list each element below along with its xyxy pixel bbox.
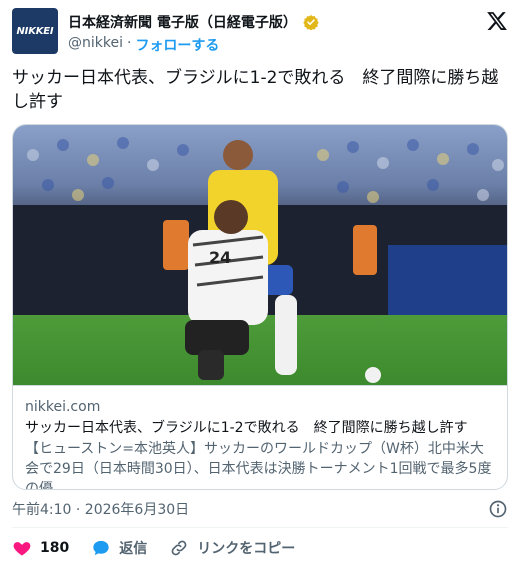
handle[interactable]: @nikkei bbox=[68, 35, 123, 55]
reply-button[interactable]: 返信 bbox=[91, 538, 147, 558]
verified-badge-icon bbox=[303, 15, 319, 30]
card-image[interactable]: 24 bbox=[13, 125, 508, 385]
heart-icon bbox=[13, 542, 31, 556]
jersey-number: 24 bbox=[209, 248, 231, 267]
tweet-text: サッカー日本代表、ブラジルに1-2で敗れる 終了間際に勝ち越し許す bbox=[12, 68, 499, 112]
card-title[interactable]: サッカー日本代表、ブラジルに1-2で敗れる 終了間際に勝ち越し許す bbox=[25, 418, 497, 438]
name-line: 日本経済新聞 電子版（日経電子版） bbox=[68, 12, 319, 32]
handle-line: @nikkei · フォローする bbox=[68, 35, 219, 55]
copy-link-label: リンクをコピー bbox=[197, 541, 296, 557]
tweet-header: NIKKEI 日本経済新聞 電子版（日経電子版） @nikkei · フォローす… bbox=[12, 8, 508, 58]
x-logo-icon[interactable] bbox=[486, 10, 508, 32]
card-description: 【ヒューストン=本池英人】サッカーのワールドカップ（W杯）北中米大会で29日（日… bbox=[25, 441, 492, 490]
follow-button[interactable]: フォローする bbox=[135, 35, 219, 55]
card-domain: nikkei.com bbox=[25, 399, 101, 415]
info-icon[interactable] bbox=[488, 499, 508, 519]
reply-label: 返信 bbox=[119, 541, 148, 557]
tweet-meta: 午前4:10 · 2026年6月30日 bbox=[12, 498, 508, 520]
timestamp[interactable]: 午前4:10 · 2026年6月30日 bbox=[12, 499, 189, 519]
separator-dot: · bbox=[126, 35, 132, 51]
link-icon bbox=[171, 540, 187, 556]
like-count: 180 bbox=[40, 540, 70, 556]
avatar-logo-text: NIKKEI bbox=[16, 25, 54, 37]
avatar[interactable]: NIKKEI bbox=[12, 8, 58, 54]
like-button[interactable]: 180 bbox=[12, 538, 69, 558]
action-bar: 180 返信 リンクをコピー bbox=[12, 536, 508, 560]
card-body[interactable]: nikkei.com サッカー日本代表、ブラジルに1-2で敗れる 終了間際に勝ち… bbox=[13, 385, 507, 490]
display-name[interactable]: 日本経済新聞 電子版（日経電子版） bbox=[68, 12, 297, 32]
reply-bubble-icon bbox=[93, 540, 109, 556]
link-preview-card[interactable]: 24 nikkei.com サッカー日本代表、ブラジルに1-2で敗れる 終了間際… bbox=[12, 124, 508, 490]
divider bbox=[12, 527, 508, 528]
copy-link-button[interactable]: リンクをコピー bbox=[169, 538, 295, 558]
